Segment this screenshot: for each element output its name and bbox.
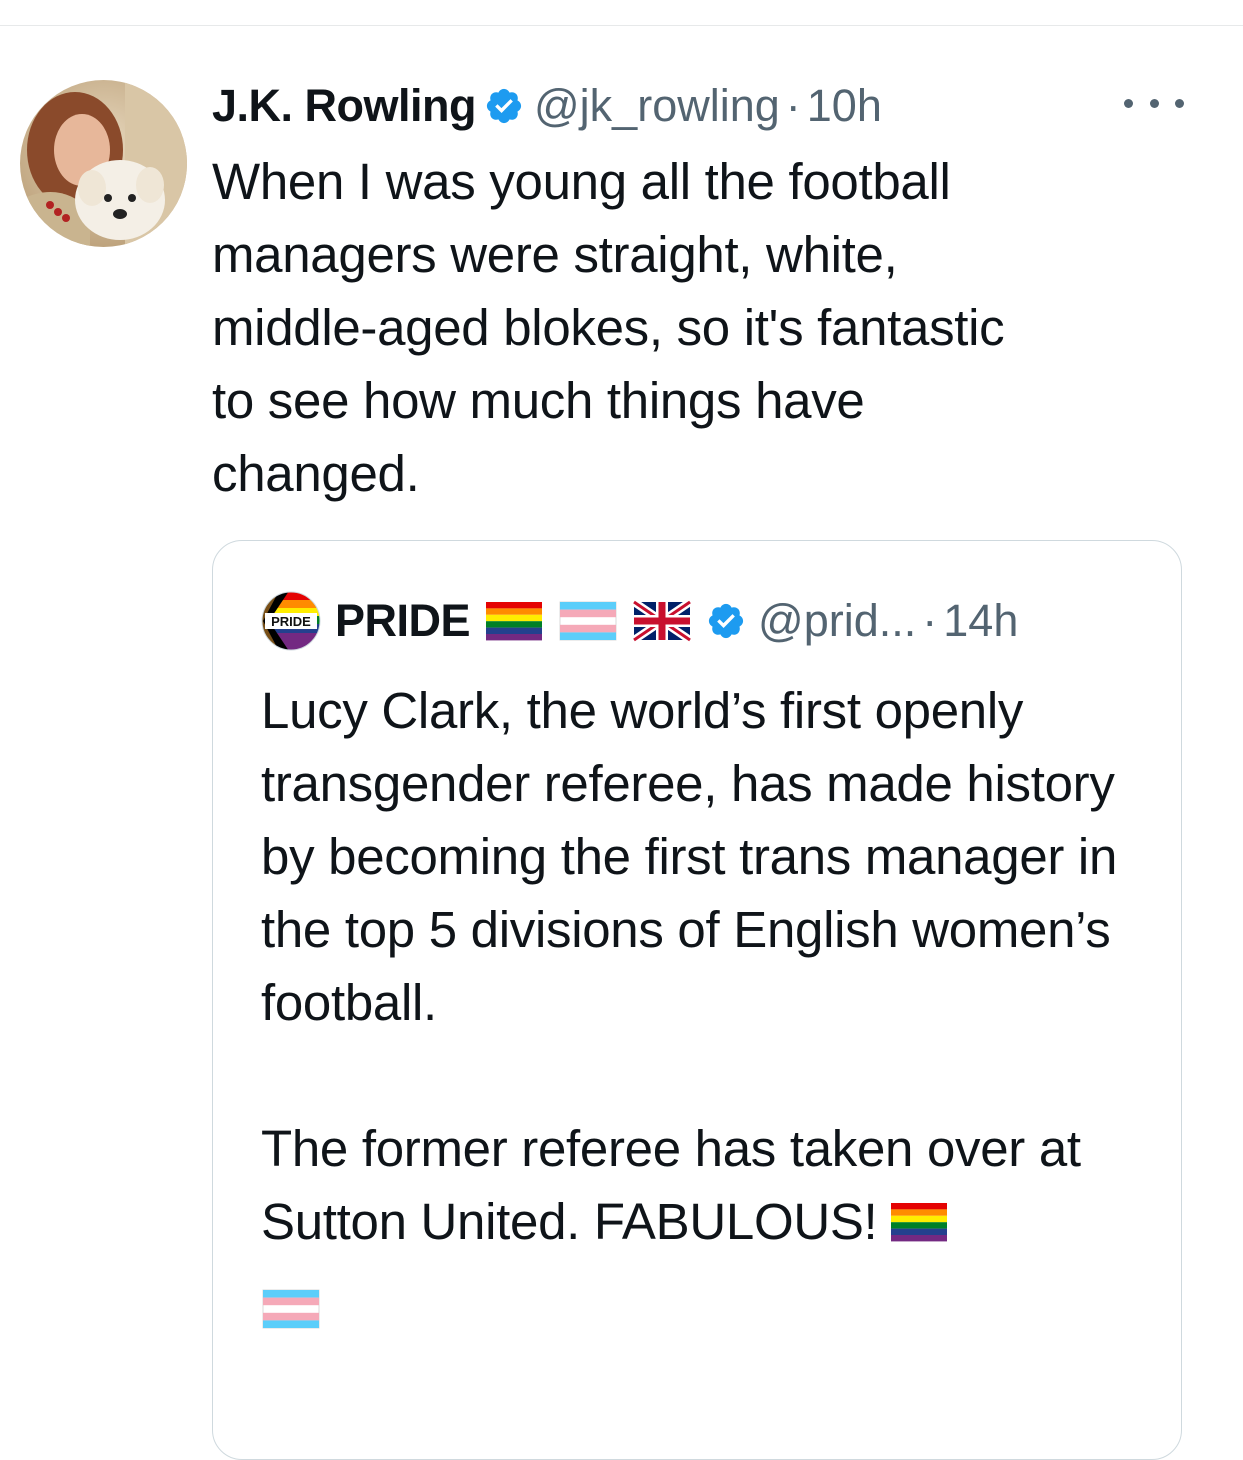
transgender-flag-icon	[261, 1276, 1161, 1349]
uk-flag-icon	[632, 600, 693, 642]
rainbow-flag-icon	[889, 1189, 949, 1262]
verified-badge-icon[interactable]	[484, 86, 524, 126]
author-display-name[interactable]: J.K. Rowling	[212, 80, 477, 132]
quoted-verified-badge-icon[interactable]	[706, 601, 746, 641]
top-divider	[0, 25, 1243, 26]
quoted-tweet-text: Lucy Clark, the world’s first openly tra…	[261, 674, 1161, 1349]
author-handle[interactable]: @jk_rowling	[534, 80, 780, 132]
quoted-paragraph-1: Lucy Clark, the world’s first openly tra…	[261, 682, 1118, 1031]
tweet-header: J.K. Rowling @jk_rowling · 10h	[212, 76, 882, 136]
quoted-tweet-timestamp[interactable]: 14h	[943, 595, 1018, 647]
rainbow-flag-icon	[484, 600, 544, 642]
quoted-author-display-name[interactable]: PRIDE	[335, 595, 471, 647]
transgender-flag-icon	[558, 600, 618, 642]
quoted-author-handle[interactable]: @prid...	[758, 595, 916, 647]
pride-avatar[interactable]: PRIDE	[261, 591, 321, 651]
quoted-paragraph-2-wrap: The former referee has taken over at Sut…	[261, 1112, 1161, 1349]
more-options-icon[interactable]	[1124, 88, 1184, 118]
pride-avatar-label: PRIDE	[271, 614, 311, 629]
quoted-tweet-header: PRIDE PRIDE @prid... · 14h	[261, 591, 1018, 651]
quoted-tweet-card[interactable]: PRIDE PRIDE @prid... · 14h Lucy Clark, t…	[212, 540, 1182, 1460]
author-avatar[interactable]	[20, 80, 187, 247]
tweet-text: When I was young all the football manage…	[212, 153, 1005, 502]
tweet-timestamp[interactable]: 10h	[807, 80, 882, 132]
quoted-paragraph-2: The former referee has taken over at Sut…	[261, 1120, 1081, 1250]
separator-dot: ·	[785, 80, 801, 131]
quoted-separator-dot: ·	[922, 595, 938, 646]
